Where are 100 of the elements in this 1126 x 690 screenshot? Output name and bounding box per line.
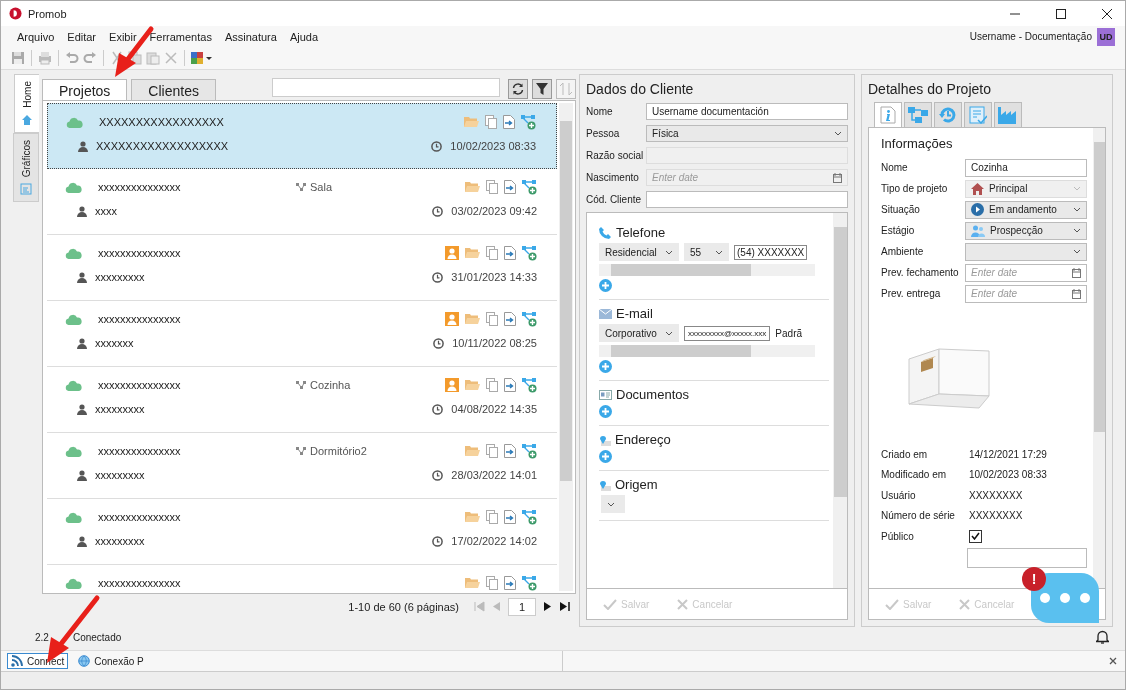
tree-add-icon[interactable] <box>522 245 537 261</box>
export-icon[interactable] <box>504 510 516 524</box>
tree-add-icon[interactable] <box>522 575 537 591</box>
refresh-button[interactable] <box>508 79 528 99</box>
previous-page-icon[interactable] <box>492 601 501 612</box>
menu-item[interactable]: Arquivo <box>17 30 55 43</box>
export-icon[interactable] <box>504 378 516 392</box>
export-icon[interactable] <box>504 312 516 326</box>
select-field[interactable]: Corporativo <box>599 324 679 342</box>
copy-icon[interactable] <box>486 312 498 326</box>
select-field[interactable] <box>965 242 1087 261</box>
input-field[interactable]: xxxxxxxxx@xxxxx.xxx <box>684 325 771 341</box>
scrollbar[interactable] <box>1093 128 1105 588</box>
icon-tab[interactable] <box>964 102 992 127</box>
folder-icon[interactable] <box>465 577 480 589</box>
cut-icon[interactable] <box>110 51 124 65</box>
notes-field[interactable] <box>966 547 1087 568</box>
export-icon[interactable] <box>503 115 515 129</box>
palette-dropdown-icon[interactable] <box>191 51 213 65</box>
person-icon[interactable] <box>445 378 459 392</box>
menu-item[interactable]: Ajuda <box>289 30 319 43</box>
select-field[interactable] <box>601 495 625 513</box>
taskbar-tab[interactable]: Conexão P <box>74 653 148 669</box>
icon-tab[interactable] <box>994 102 1022 127</box>
tree-add-icon[interactable] <box>522 443 537 459</box>
chat-button[interactable] <box>1031 573 1099 623</box>
folder-icon[interactable] <box>465 313 480 325</box>
side-tab[interactable]: Gráficos <box>13 132 39 202</box>
input-field[interactable] <box>646 191 848 208</box>
export-icon[interactable] <box>504 180 516 194</box>
select-field[interactable]: Em andamento <box>965 200 1087 219</box>
project-row[interactable]: xxxxxxxxxxxxxxx Cozinha xxxxxxxxx 04/08/2022 14:35 <box>47 367 557 433</box>
next-page-icon[interactable] <box>543 601 552 612</box>
folder-icon[interactable] <box>465 445 480 457</box>
project-row[interactable]: xxxxxxxxxxxxxxx xxxxxxxxx 31/01/2023 14:33 <box>47 235 557 301</box>
first-page-icon[interactable] <box>474 601 485 612</box>
icon-tab[interactable] <box>934 102 962 127</box>
bell-icon[interactable] <box>1096 630 1109 644</box>
page-field[interactable]: 1 <box>508 597 536 616</box>
side-tab[interactable]: Home <box>14 74 39 133</box>
export-icon[interactable] <box>504 444 516 458</box>
filter-button[interactable] <box>532 79 552 99</box>
save-icon[interactable] <box>11 51 25 65</box>
copy-icon[interactable] <box>486 246 498 260</box>
copy-icon[interactable] <box>486 378 498 392</box>
copy-icon[interactable] <box>486 180 498 194</box>
folder-icon[interactable] <box>464 116 479 128</box>
tree-add-icon[interactable] <box>522 179 537 195</box>
undo-icon[interactable] <box>65 51 79 65</box>
redo-icon[interactable] <box>83 51 97 65</box>
delete-icon[interactable] <box>164 51 178 65</box>
scrollbar[interactable] <box>599 264 815 276</box>
folder-icon[interactable] <box>465 181 480 193</box>
tree-add-icon[interactable] <box>521 114 536 130</box>
scrollbar[interactable] <box>559 103 573 591</box>
maximize-icon[interactable] <box>1055 7 1067 20</box>
user-avatar[interactable]: UD <box>1097 27 1115 46</box>
print-icon[interactable] <box>38 51 52 65</box>
select-field[interactable]: Física <box>646 125 848 142</box>
tree-add-icon[interactable] <box>522 377 537 393</box>
add-icon[interactable] <box>599 450 612 463</box>
folder-icon[interactable] <box>465 379 480 391</box>
close-icon[interactable] <box>1101 7 1113 20</box>
select-field[interactable]: Residencial <box>599 243 679 261</box>
add-icon[interactable] <box>599 405 612 418</box>
search-field[interactable] <box>272 78 500 97</box>
last-page-icon[interactable] <box>559 601 570 612</box>
tree-add-icon[interactable] <box>522 509 537 525</box>
taskbar-tab[interactable]: Connect <box>7 653 69 669</box>
checkbox[interactable] <box>969 529 982 543</box>
scrollbar[interactable] <box>833 213 847 588</box>
close-icon[interactable] <box>1109 657 1117 665</box>
tree-add-icon[interactable] <box>522 311 537 327</box>
folder-icon[interactable] <box>465 511 480 523</box>
input-field[interactable]: (54) XXXXXXX <box>734 244 808 260</box>
copy-icon[interactable] <box>486 576 498 590</box>
scrollbar[interactable] <box>599 345 815 357</box>
select-field[interactable]: Prospecção <box>965 221 1087 240</box>
tab[interactable]: Clientes <box>131 79 216 100</box>
person-icon[interactable] <box>445 312 459 326</box>
add-icon[interactable] <box>599 279 612 292</box>
copy-icon[interactable] <box>486 444 498 458</box>
export-icon[interactable] <box>504 576 516 590</box>
project-row[interactable]: xxxxxxxxxxxxxxx Dormitório2 xxxxxxxxx 28/03/2022 14:01 <box>47 433 557 499</box>
person-icon[interactable] <box>445 246 459 260</box>
copy-icon[interactable] <box>486 510 498 524</box>
select-field[interactable]: 55 <box>684 243 729 261</box>
menu-item[interactable]: Editar <box>67 30 97 43</box>
project-row[interactable]: xxxxxxxxxxxxxxx xxxxxxx 10/11/2022 08:25 <box>47 301 557 367</box>
project-row[interactable]: xxxxxxxxxxxxxxx Sala xxxx 03/02/2023 09:42 <box>47 169 557 235</box>
icon-tab[interactable] <box>904 102 932 127</box>
export-icon[interactable] <box>504 246 516 260</box>
menu-item[interactable]: Ferramentas <box>149 30 212 43</box>
menu-item[interactable]: Assinatura <box>224 30 277 43</box>
project-row[interactable]: xxxxxxxxxxxxxxx xxxxxxxxx 17/02/2022 14:02 <box>47 499 557 565</box>
tab[interactable]: Projetos <box>42 79 128 100</box>
menu-item[interactable]: Exibir <box>109 30 137 43</box>
input-field[interactable]: Cozinha <box>965 158 1087 177</box>
project-row[interactable]: XXXXXXXXXXXXXXXXX XXXXXXXXXXXXXXXXXX 10/02/2023 08:33 <box>47 103 557 169</box>
folder-icon[interactable] <box>465 247 480 259</box>
